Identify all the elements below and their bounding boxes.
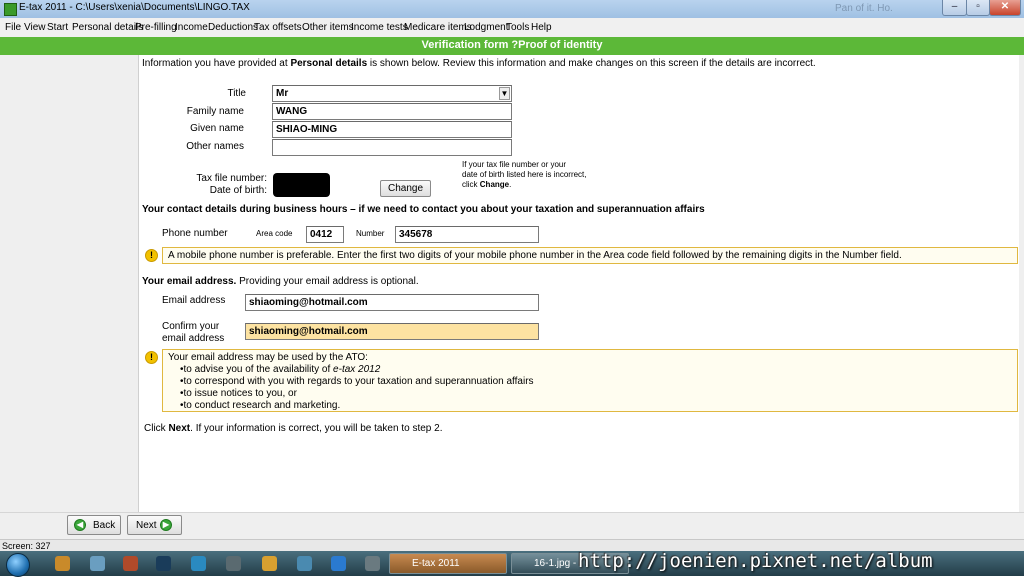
form-header: Verification form ?Proof of identity	[0, 37, 1024, 55]
email-label: Email address	[162, 295, 226, 306]
menu-tools[interactable]: Tools	[506, 22, 529, 33]
left-panel	[0, 55, 139, 512]
family-name-field[interactable]: WANG	[272, 103, 512, 120]
intro-bold: Personal details	[290, 58, 368, 69]
dob-label: Date of birth:	[209, 185, 267, 196]
email-heading: Your email address. Providing your email…	[142, 276, 419, 287]
start-orb-icon[interactable]	[6, 553, 30, 577]
title-value: Mr	[276, 88, 289, 99]
menu-start[interactable]: Start	[47, 22, 68, 33]
email-note-item: •to issue notices to you, or	[180, 388, 297, 399]
maximize-icon[interactable]: ▫	[966, 0, 990, 16]
title-select[interactable]: Mr ▼	[272, 85, 512, 102]
email-note: Your email address may be used by the AT…	[168, 352, 534, 412]
menu-view[interactable]: View	[24, 22, 46, 33]
status-text: Screen: 327	[2, 541, 51, 551]
blurred-title-text: Pan of it. Ho.	[835, 3, 893, 14]
other-names-field[interactable]	[272, 139, 512, 156]
menu-pre-filling[interactable]: Pre-filling	[135, 22, 177, 33]
taskbar-app-icon[interactable]	[191, 556, 206, 571]
menu-lodgment[interactable]: Lodgment	[464, 22, 508, 33]
email-note-title: Your email address may be used by the AT…	[168, 352, 368, 363]
footer-instruction: Click Next. If your information is corre…	[144, 423, 443, 434]
app-icon	[4, 3, 17, 16]
taskbar-app-icon[interactable]	[123, 556, 138, 571]
email-note-item: •to correspond with you with regards to …	[180, 376, 534, 387]
right-panel	[1019, 55, 1024, 512]
phone-number-field[interactable]: 345678	[395, 226, 539, 243]
confirm-email-label: Confirm your email address	[162, 321, 225, 344]
taskbar-app-icon[interactable]	[297, 556, 312, 571]
taskbar-task-etax[interactable]: E-tax 2011	[389, 553, 507, 574]
redacted-tfn-dob	[273, 173, 330, 197]
menu-help[interactable]: Help	[531, 22, 552, 33]
tfn-label: Tax file number:	[196, 173, 267, 184]
phone-label: Phone number	[162, 228, 228, 239]
menu-medicare-items[interactable]: Medicare items	[404, 22, 472, 33]
menu-income-tests[interactable]: Income tests	[351, 22, 408, 33]
menu-tax-offsets[interactable]: Tax offsets	[254, 22, 302, 33]
title-label: Title	[227, 88, 246, 99]
form-title: Verification form ?Proof of identity	[421, 39, 603, 51]
given-name-field[interactable]: SHIAO-MING	[272, 121, 512, 138]
change-button[interactable]: Change	[380, 180, 431, 197]
area-code-label: Area code	[256, 229, 293, 238]
family-name-label: Family name	[186, 106, 244, 117]
change-note: If your tax file number or your date of …	[462, 160, 587, 189]
taskbar-app-icon[interactable]	[365, 556, 380, 571]
intro-text: Information you have provided at Persona…	[142, 58, 816, 69]
title-bar: E-tax 2011 - C:\Users\xenia\Documents\LI…	[0, 0, 1024, 18]
email-note-item: •to conduct research and marketing.	[180, 400, 341, 411]
taskbar-app-icon[interactable]	[156, 556, 171, 571]
number-label: Number	[356, 229, 385, 238]
warning-icon: !	[145, 351, 158, 364]
email-field[interactable]: shiaoming@hotmail.com	[245, 294, 539, 311]
next-button[interactable]: Next ▶	[127, 515, 182, 535]
warning-icon: !	[145, 249, 158, 262]
close-icon[interactable]: ✕	[989, 0, 1021, 16]
taskbar-app-icon[interactable]	[262, 556, 277, 571]
watermark: http://joenien.pixnet.net/album	[578, 550, 933, 572]
taskbar-app-icon[interactable]	[55, 556, 70, 571]
area-code-field[interactable]: 0412	[306, 226, 344, 243]
taskbar-app-icon[interactable]	[90, 556, 105, 571]
taskbar-app-icon[interactable]	[226, 556, 241, 571]
back-button[interactable]: ◀ Back	[67, 515, 121, 535]
arrow-left-icon: ◀	[74, 519, 86, 531]
confirm-email-field[interactable]: shiaoming@hotmail.com	[245, 323, 539, 340]
chevron-down-icon[interactable]: ▼	[499, 87, 510, 100]
menu-file[interactable]: File	[5, 22, 21, 33]
menu-income[interactable]: Income	[175, 22, 208, 33]
menu-deductions[interactable]: Deductions	[208, 22, 258, 33]
menu-other-items[interactable]: Other items	[302, 22, 354, 33]
arrow-right-icon: ▶	[160, 519, 172, 531]
menu-bar: File View Start Personal details Pre-fil…	[0, 18, 1024, 38]
given-name-label: Given name	[190, 123, 244, 134]
contact-heading: Your contact details during business hou…	[142, 204, 705, 215]
email-note-item: •to advise you of the availability of e-…	[180, 364, 381, 375]
taskbar-app-icon[interactable]	[331, 556, 346, 571]
window-title: E-tax 2011 - C:\Users\xenia\Documents\LI…	[19, 2, 250, 13]
mobile-info-box: A mobile phone number is preferable. Ent…	[162, 247, 1018, 264]
mobile-note: A mobile phone number is preferable. Ent…	[168, 250, 902, 261]
menu-personal-details[interactable]: Personal details	[72, 22, 143, 33]
email-info-box: Your email address may be used by the AT…	[162, 349, 1018, 412]
minimize-icon[interactable]: –	[942, 0, 967, 16]
other-names-label: Other names	[186, 141, 244, 152]
